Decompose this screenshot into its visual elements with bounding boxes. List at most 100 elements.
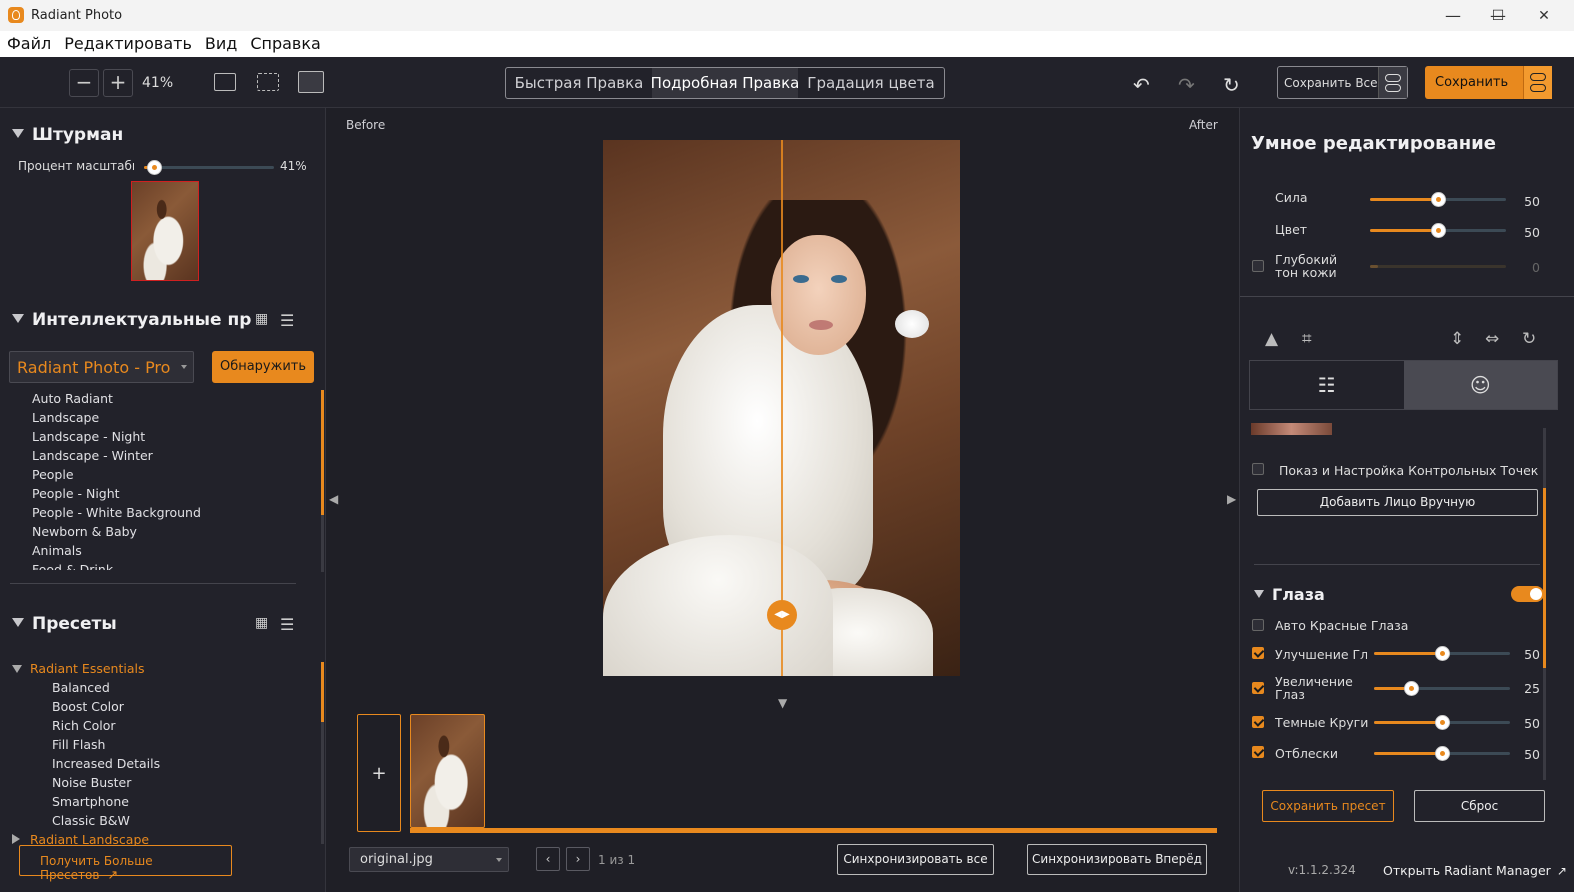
before-after-divider[interactable] xyxy=(781,140,783,676)
navigator-header[interactable]: Штурман xyxy=(12,125,123,145)
redo-icon[interactable]: ↷ xyxy=(1178,73,1195,97)
face-preview[interactable] xyxy=(1251,423,1332,435)
list-item[interactable]: Classic B&W xyxy=(12,811,312,830)
eye-enlarge-slider[interactable] xyxy=(1374,681,1510,696)
save-button[interactable]: Сохранить xyxy=(1425,66,1552,99)
right-panel-scrollbar[interactable] xyxy=(1543,428,1546,780)
crop-icon[interactable]: ⌗ xyxy=(1302,329,1312,349)
presets-header[interactable]: Пресеты xyxy=(12,614,117,634)
list-item[interactable]: Landscape - Winter xyxy=(32,446,302,465)
grid-view-icon[interactable]: ▦ xyxy=(255,615,268,631)
slider-knob[interactable] xyxy=(1431,192,1446,207)
eye-enlarge-checkbox[interactable] xyxy=(1252,682,1264,694)
list-item[interactable]: People - White Background xyxy=(32,503,302,522)
auto-red-eye-checkbox[interactable] xyxy=(1252,619,1264,631)
catchlights-checkbox[interactable] xyxy=(1252,746,1264,758)
menu-view[interactable]: Вид xyxy=(198,31,243,57)
next-image-button[interactable]: › xyxy=(566,847,590,871)
menu-help[interactable]: Справка xyxy=(243,31,327,57)
preset-group-open[interactable]: Radiant Essentials xyxy=(12,659,312,678)
eyes-toggle[interactable] xyxy=(1511,586,1544,602)
filmstrip-thumbnail[interactable] xyxy=(410,714,485,828)
single-view-icon[interactable] xyxy=(214,73,236,91)
list-item[interactable]: Increased Details xyxy=(12,754,312,773)
deep-skin-checkbox[interactable] xyxy=(1252,260,1264,272)
undo-icon[interactable]: ↶ xyxy=(1133,73,1150,97)
zoom-out-button[interactable]: − xyxy=(69,69,99,97)
split-view-icon[interactable] xyxy=(298,71,324,93)
tab-portrait-icon[interactable]: ☺ xyxy=(1403,361,1557,409)
get-more-presets-button[interactable]: Получить Больше Пресетов ↗ xyxy=(19,845,232,883)
minimize-control[interactable]: — xyxy=(1430,0,1476,31)
menu-file[interactable]: Файл xyxy=(0,31,57,57)
sync-forward-button[interactable]: Синхронизировать Вперёд xyxy=(1027,844,1207,875)
smart-presets-scrollbar[interactable] xyxy=(321,390,324,572)
save-all-options-toggle[interactable] xyxy=(1378,67,1407,98)
smart-preset-select[interactable]: Radiant Photo - Pro xyxy=(9,351,194,383)
dark-circles-slider[interactable] xyxy=(1374,715,1510,730)
add-face-button[interactable]: Добавить Лицо Вручную xyxy=(1257,489,1538,516)
reset-button[interactable]: Сброс xyxy=(1414,790,1545,822)
list-item[interactable]: Auto Radiant xyxy=(32,389,302,408)
list-item[interactable]: Animals xyxy=(32,541,302,560)
slider-knob[interactable] xyxy=(1435,715,1450,730)
save-all-button[interactable]: Сохранить Все xyxy=(1277,66,1408,99)
close-button[interactable]: ✕ xyxy=(1521,0,1567,31)
list-item[interactable]: Food & Drink xyxy=(32,560,302,570)
menu-edit[interactable]: Редактировать xyxy=(57,31,198,57)
list-item[interactable]: Balanced xyxy=(12,678,312,697)
list-item[interactable]: Landscape - Night xyxy=(32,427,302,446)
color-slider[interactable] xyxy=(1370,223,1506,238)
collapse-left-panel-icon[interactable]: ◀ xyxy=(329,492,338,506)
rotate-icon[interactable]: ↻ xyxy=(1522,329,1536,349)
eye-enhance-slider[interactable] xyxy=(1374,646,1510,661)
list-item[interactable]: Newborn & Baby xyxy=(32,522,302,541)
list-item[interactable]: People - Night xyxy=(32,484,302,503)
flip-horizontal-icon[interactable]: ⇔ xyxy=(1485,329,1499,349)
grid-view-icon[interactable]: ▦ xyxy=(255,311,268,327)
preset-group-closed[interactable]: Radiant Landscape xyxy=(12,830,312,846)
flip-vertical-icon[interactable]: ⇕ xyxy=(1450,329,1464,349)
slider-knob[interactable] xyxy=(1431,223,1446,238)
zoom-in-button[interactable]: + xyxy=(103,69,133,97)
add-image-button[interactable]: + xyxy=(357,714,401,832)
list-view-icon[interactable]: ☰ xyxy=(280,311,294,330)
histogram-icon[interactable]: ▲ xyxy=(1265,329,1278,349)
filmstrip-scrollbar[interactable] xyxy=(410,828,1217,833)
catchlights-slider[interactable] xyxy=(1374,746,1510,761)
navigator-thumbnail[interactable] xyxy=(131,181,199,281)
list-item[interactable]: People xyxy=(32,465,302,484)
slider-knob[interactable] xyxy=(1435,646,1450,661)
maximize-button[interactable]: ☐ xyxy=(1475,0,1521,31)
list-item[interactable]: Noise Buster xyxy=(12,773,312,792)
eyes-header[interactable]: Глаза xyxy=(1254,585,1325,604)
list-view-icon[interactable]: ☰ xyxy=(280,615,294,634)
save-options-toggle[interactable] xyxy=(1523,66,1552,99)
smart-presets-header[interactable]: Интеллектуальные пресеты xyxy=(12,310,252,330)
navigator-zoom-slider[interactable] xyxy=(144,160,274,175)
list-item[interactable]: Boost Color xyxy=(12,697,312,716)
dark-circles-checkbox[interactable] xyxy=(1252,716,1264,728)
collapse-right-panel-icon[interactable]: ▶ xyxy=(1227,492,1236,506)
sync-all-button[interactable]: Синхронизировать все xyxy=(837,844,994,875)
tab-detailed-edit[interactable]: Подробная Правка xyxy=(652,68,798,98)
slider-knob[interactable] xyxy=(147,160,162,175)
prev-image-button[interactable]: ‹ xyxy=(536,847,560,871)
list-item[interactable]: Smartphone xyxy=(12,792,312,811)
list-item[interactable]: Fill Flash xyxy=(12,735,312,754)
split-handle-icon[interactable]: ◀▶ xyxy=(767,600,797,630)
open-manager-link[interactable]: Открыть Radiant Manager ↗ xyxy=(1383,863,1567,878)
list-item[interactable]: Landscape xyxy=(32,408,302,427)
deep-skin-slider[interactable] xyxy=(1370,265,1506,268)
reset-icon[interactable]: ↻ xyxy=(1223,73,1240,97)
strength-slider[interactable] xyxy=(1370,192,1506,207)
filename-select[interactable]: original.jpg xyxy=(349,847,509,872)
show-points-checkbox[interactable] xyxy=(1252,463,1264,475)
list-item[interactable]: Rich Color xyxy=(12,716,312,735)
slider-knob[interactable] xyxy=(1404,681,1419,696)
tab-color-grading[interactable]: Градация цвета xyxy=(798,68,944,98)
presets-scrollbar[interactable] xyxy=(321,662,324,844)
side-by-side-view-icon[interactable] xyxy=(257,73,279,91)
collapse-filmstrip-icon[interactable]: ▼ xyxy=(778,696,787,710)
eye-enhance-checkbox[interactable] xyxy=(1252,647,1264,659)
